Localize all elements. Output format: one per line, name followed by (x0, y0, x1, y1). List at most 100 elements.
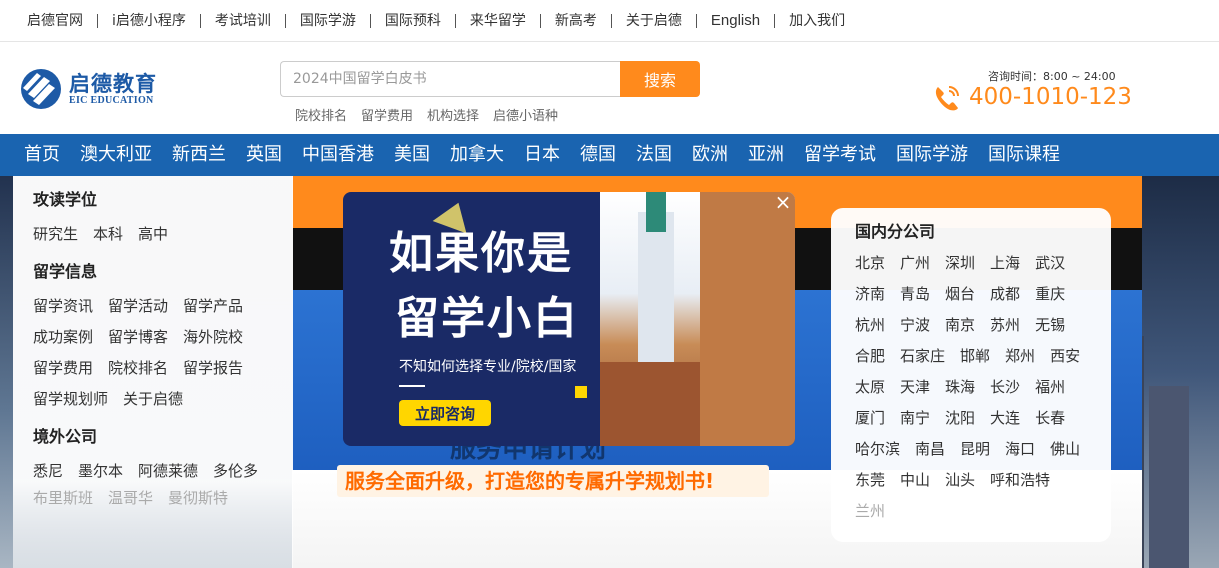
menu-link-vancouver[interactable]: 温哥华 (108, 483, 153, 514)
hot-link-rankings[interactable]: 院校排名 (295, 105, 347, 124)
branch-city-link[interactable]: 太原 (855, 372, 885, 403)
top-link-about[interactable]: 关于启德 (626, 13, 697, 28)
menu-link-brisbane[interactable]: 布里斯班 (33, 483, 93, 514)
top-link-new-gaokao[interactable]: 新高考 (555, 13, 612, 28)
close-icon[interactable]: × (773, 192, 793, 212)
menu-link-costs[interactable]: 留学费用 (33, 353, 93, 384)
menu-link-high-school[interactable]: 高中 (138, 219, 168, 250)
branch-city-link[interactable]: 烟台 (945, 279, 975, 310)
branch-city-link[interactable]: 邯郸 (960, 341, 990, 372)
logo-english-text: EIC EDUCATION (69, 94, 154, 106)
search-button[interactable]: 搜索 (620, 61, 700, 97)
nav-item-intl-courses[interactable]: 国际课程 (978, 134, 1070, 176)
popup-divider (399, 385, 425, 387)
branch-city-link[interactable]: 南京 (945, 310, 975, 341)
nav-item-home[interactable]: 首页 (14, 134, 70, 176)
branch-city-link[interactable]: 济南 (855, 279, 885, 310)
branch-city-link[interactable]: 西安 (1050, 341, 1080, 372)
branch-city-link[interactable]: 厦门 (855, 403, 885, 434)
branch-city-link[interactable]: 成都 (990, 279, 1020, 310)
branch-city-link[interactable]: 上海 (990, 248, 1020, 279)
branch-city-link[interactable]: 广州 (900, 248, 930, 279)
top-link-english[interactable]: English (711, 13, 776, 28)
menu-link-rankings[interactable]: 院校排名 (108, 353, 168, 384)
consult-now-button[interactable]: 立即咨询 (399, 400, 491, 426)
nav-item-japan[interactable]: 日本 (514, 134, 570, 176)
branch-city-link[interactable]: 石家庄 (900, 341, 945, 372)
branch-city-link[interactable]: 福州 (1035, 372, 1065, 403)
branch-city-link[interactable]: 沈阳 (945, 403, 975, 434)
nav-item-hong-kong[interactable]: 中国香港 (292, 134, 384, 176)
menu-link-blog[interactable]: 留学博客 (108, 322, 168, 353)
nav-item-usa[interactable]: 美国 (384, 134, 440, 176)
search-input[interactable] (280, 61, 620, 97)
menu-link-products[interactable]: 留学产品 (183, 291, 243, 322)
top-link-study-in-china[interactable]: 来华留学 (470, 13, 541, 28)
menu-link-manchester[interactable]: 曼彻斯特 (168, 483, 228, 514)
branch-city-link[interactable]: 昆明 (960, 434, 990, 465)
branch-city-link[interactable]: 苏州 (990, 310, 1020, 341)
nav-item-study-tour[interactable]: 国际学游 (886, 134, 978, 176)
top-link-exam-training[interactable]: 考试培训 (215, 13, 286, 28)
menu-link-reports[interactable]: 留学报告 (183, 353, 243, 384)
branch-city-link[interactable]: 珠海 (945, 372, 975, 403)
branch-city-link[interactable]: 南宁 (900, 403, 930, 434)
branch-city-link[interactable]: 宁波 (900, 310, 930, 341)
menu-link-planners[interactable]: 留学规划师 (33, 384, 108, 415)
branch-city-link[interactable]: 东莞 (855, 465, 885, 496)
branch-city-link[interactable]: 郑州 (1005, 341, 1035, 372)
logo[interactable]: 启德教育 EIC EDUCATION (19, 67, 169, 111)
branch-city-link[interactable]: 中山 (900, 465, 930, 496)
nav-item-asia[interactable]: 亚洲 (738, 134, 794, 176)
branch-city-link[interactable]: 合肥 (855, 341, 885, 372)
top-link-official-site[interactable]: 启德官网 (27, 13, 98, 28)
branch-city-link[interactable]: 大连 (990, 403, 1020, 434)
branch-city-link[interactable]: 兰州 (855, 496, 885, 527)
branch-city-link[interactable]: 哈尔滨 (855, 434, 900, 465)
nav-item-canada[interactable]: 加拿大 (440, 134, 514, 176)
branch-city-link[interactable]: 汕头 (945, 465, 975, 496)
branch-city-link[interactable]: 长沙 (990, 372, 1020, 403)
menu-group-title: 境外公司 (33, 427, 98, 446)
nav-item-germany[interactable]: 德国 (570, 134, 626, 176)
branch-city-link[interactable]: 天津 (900, 372, 930, 403)
top-link-study-tour[interactable]: 国际学游 (300, 13, 371, 28)
hot-link-agency[interactable]: 机构选择 (427, 105, 479, 124)
top-link-mini-program[interactable]: i启德小程序 (112, 13, 201, 28)
hot-link-costs[interactable]: 留学费用 (361, 105, 413, 124)
branch-city-link[interactable]: 长春 (1035, 403, 1065, 434)
popup-subtitle: 不知如何选择专业/院校/国家 (399, 359, 577, 375)
branch-city-link[interactable]: 杭州 (855, 310, 885, 341)
nav-item-europe[interactable]: 欧洲 (682, 134, 738, 176)
hotline: 咨询时间：8:00 ~ 24:00 400-1010-123 (932, 65, 1132, 115)
branch-city-link[interactable]: 南昌 (915, 434, 945, 465)
menu-group-title: 留学信息 (33, 262, 98, 281)
branch-city-link[interactable]: 海口 (1005, 434, 1035, 465)
nav-item-new-zealand[interactable]: 新西兰 (162, 134, 236, 176)
nav-item-australia[interactable]: 澳大利亚 (70, 134, 162, 176)
hot-link-languages[interactable]: 启德小语种 (493, 105, 558, 124)
hotline-number[interactable]: 400-1010-123 (969, 84, 1132, 110)
nav-item-france[interactable]: 法国 (626, 134, 682, 176)
menu-group-title: 攻读学位 (33, 190, 98, 209)
top-link-join-us[interactable]: 加入我们 (789, 14, 859, 28)
menu-link-undergraduate[interactable]: 本科 (93, 219, 123, 250)
branch-city-link[interactable]: 深圳 (945, 248, 975, 279)
menu-link-overseas-schools[interactable]: 海外院校 (183, 322, 243, 353)
branch-city-link[interactable]: 佛山 (1050, 434, 1080, 465)
branch-city-link[interactable]: 呼和浩特 (990, 465, 1050, 496)
branch-city-link[interactable]: 武汉 (1035, 248, 1065, 279)
menu-link-graduate[interactable]: 研究生 (33, 219, 78, 250)
nav-item-exams[interactable]: 留学考试 (794, 134, 886, 176)
menu-link-news[interactable]: 留学资讯 (33, 291, 93, 322)
menu-link-cases[interactable]: 成功案例 (33, 322, 93, 353)
menu-link-events[interactable]: 留学活动 (108, 291, 168, 322)
consult-popup: 如果你是 留学小白 不知如何选择专业/院校/国家 立即咨询 (343, 192, 795, 446)
branch-city-link[interactable]: 北京 (855, 248, 885, 279)
branch-city-link[interactable]: 无锡 (1035, 310, 1065, 341)
top-link-foundation[interactable]: 国际预科 (385, 13, 456, 28)
branch-city-link[interactable]: 重庆 (1035, 279, 1065, 310)
branch-city-link[interactable]: 青岛 (900, 279, 930, 310)
menu-link-about[interactable]: 关于启德 (123, 384, 183, 415)
nav-item-uk[interactable]: 英国 (236, 134, 292, 176)
